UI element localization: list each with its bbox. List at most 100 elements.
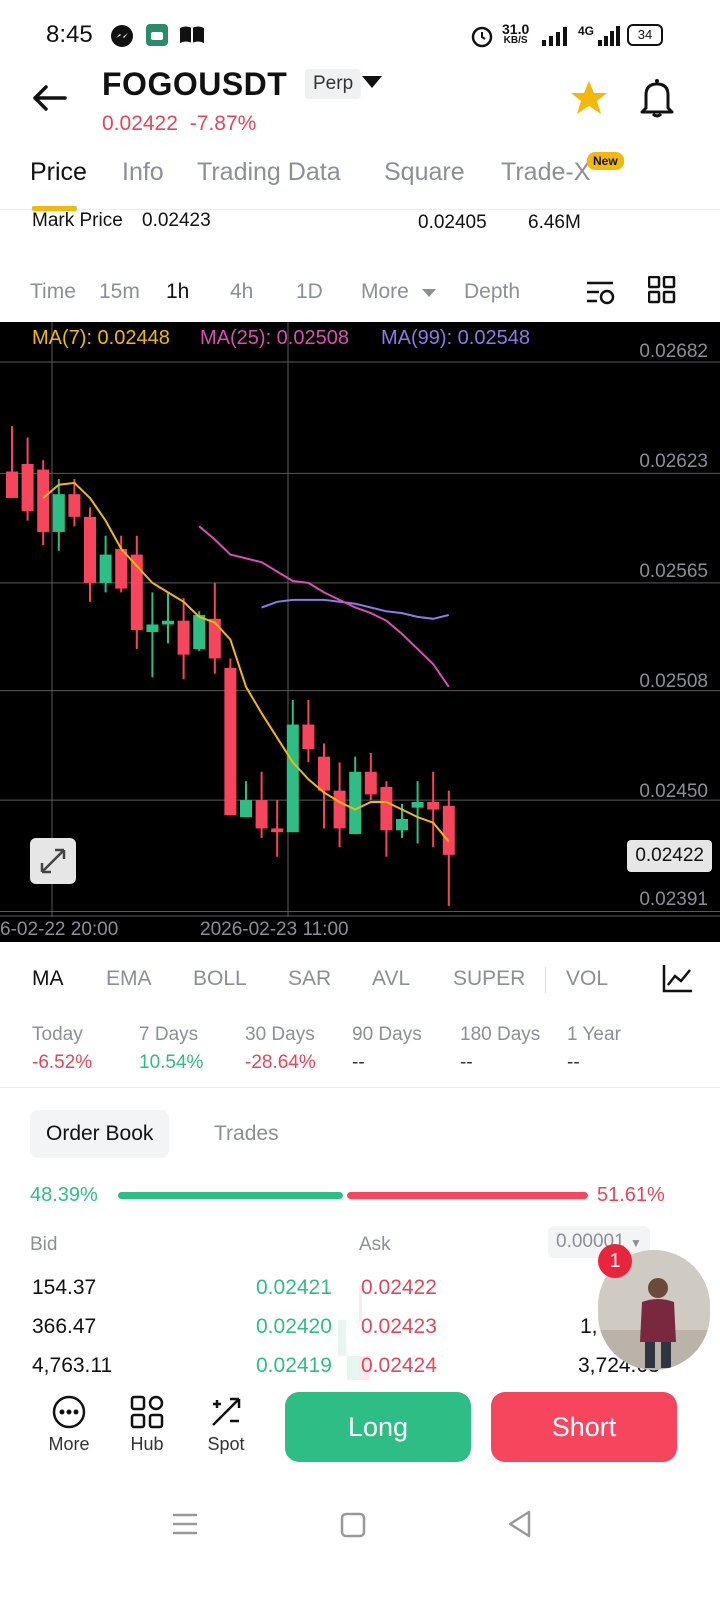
bid-quantity: 366.47 bbox=[32, 1315, 97, 1338]
candle-down bbox=[333, 790, 346, 829]
performance-row: Today -6.52% 7 Days 10.54% 30 Days -28.6… bbox=[0, 1012, 720, 1088]
candle-down bbox=[380, 786, 393, 831]
symbol-dropdown-icon[interactable] bbox=[361, 75, 383, 89]
layout-grid-icon[interactable] bbox=[648, 276, 676, 304]
candle-down bbox=[208, 618, 221, 659]
favorite-star-icon[interactable] bbox=[570, 80, 608, 116]
bottom-action-bar: More Hub Spot Long Short bbox=[0, 1380, 720, 1480]
timeframe-4h[interactable]: 4h bbox=[230, 280, 253, 304]
back-arrow-icon[interactable] bbox=[32, 84, 68, 112]
volume-value: 6.46M bbox=[528, 212, 581, 233]
spot-switch-icon bbox=[212, 1397, 241, 1426]
timeframe-1h[interactable]: 1h bbox=[166, 280, 189, 304]
candle-up bbox=[286, 724, 299, 833]
net-speed: 31.0 KB/S bbox=[502, 22, 529, 46]
candle-down bbox=[364, 771, 377, 795]
price-line: 0.02422 -7.87% bbox=[102, 112, 256, 136]
timeframe-15m[interactable]: 15m bbox=[99, 280, 140, 304]
long-button[interactable]: Long bbox=[285, 1392, 471, 1462]
ask-price[interactable]: 0.02423 bbox=[361, 1315, 437, 1339]
symbol-title[interactable]: FOGOUSDT bbox=[102, 66, 287, 103]
tab-square[interactable]: Square bbox=[384, 158, 465, 187]
tab-price[interactable]: Price bbox=[30, 158, 87, 187]
candle-down bbox=[177, 620, 190, 655]
expand-icon bbox=[40, 848, 66, 874]
timeframe-1d[interactable]: 1D bbox=[296, 280, 323, 304]
indicator-vol[interactable]: VOL bbox=[566, 967, 608, 991]
indicator-sar[interactable]: SAR bbox=[288, 967, 331, 991]
bid-price[interactable]: 0.02421 bbox=[256, 1276, 332, 1300]
perf-label: Today bbox=[32, 1024, 83, 1045]
ask-header: Ask bbox=[359, 1234, 391, 1255]
indicator-ma[interactable]: MA bbox=[32, 967, 64, 991]
perf-label: 90 Days bbox=[352, 1024, 422, 1045]
more-dots-icon bbox=[52, 1395, 86, 1429]
recents-menu-icon[interactable] bbox=[172, 1512, 198, 1536]
candle-down bbox=[68, 494, 81, 517]
tab-trading-data[interactable]: Trading Data bbox=[197, 158, 341, 187]
candlestick-chart[interactable] bbox=[0, 322, 720, 942]
indicator-settings-button[interactable] bbox=[646, 955, 720, 1005]
tab-trades[interactable]: Trades bbox=[198, 1110, 295, 1158]
page-tabs: Price Info Trading Data Square Trade-X N… bbox=[0, 150, 720, 211]
timeframe-depth[interactable]: Depth bbox=[464, 280, 520, 304]
short-button[interactable]: Short bbox=[491, 1392, 677, 1462]
tab-trade-x[interactable]: Trade-X bbox=[501, 158, 590, 187]
ask-price[interactable]: 0.02424 bbox=[361, 1354, 437, 1378]
candle-up bbox=[99, 554, 112, 583]
ma99-line bbox=[261, 598, 450, 620]
nav-spot[interactable]: Spot bbox=[191, 1394, 261, 1455]
signal-icon-2 bbox=[598, 26, 620, 46]
perf-label: 7 Days bbox=[139, 1024, 199, 1045]
ma25-line bbox=[198, 525, 450, 688]
bid-price[interactable]: 0.02420 bbox=[256, 1315, 332, 1339]
chart-settings-icon[interactable] bbox=[585, 278, 617, 308]
timeframe-time[interactable]: Time bbox=[30, 280, 76, 304]
perf-1-year: 1 Year -- bbox=[567, 1024, 621, 1074]
net-speed-unit: KB/S bbox=[503, 35, 528, 46]
android-app-icon bbox=[146, 24, 168, 46]
timeframe-more[interactable]: More bbox=[361, 280, 409, 304]
ask-ratio: 51.61% bbox=[597, 1184, 665, 1206]
expand-chart-button[interactable] bbox=[30, 838, 76, 884]
back-triangle-icon[interactable] bbox=[507, 1510, 533, 1538]
perf-value: -- bbox=[567, 1052, 580, 1073]
nav-hub[interactable]: Hub bbox=[112, 1394, 182, 1455]
indicator-super[interactable]: SUPER bbox=[453, 967, 525, 991]
tab-info[interactable]: Info bbox=[122, 158, 164, 187]
ask-quantity: 1, bbox=[580, 1315, 598, 1338]
bid-depth-bar bbox=[338, 1320, 346, 1356]
indicator-ema[interactable]: EMA bbox=[106, 967, 152, 991]
perf-value: 10.54% bbox=[139, 1052, 204, 1073]
home-square-icon[interactable] bbox=[340, 1512, 366, 1538]
bell-icon[interactable] bbox=[640, 78, 674, 118]
indicator-boll[interactable]: BOLL bbox=[193, 967, 247, 991]
candle-down bbox=[427, 801, 440, 810]
y-axis-label: 0.02623 bbox=[639, 451, 708, 472]
nav-more[interactable]: More bbox=[34, 1394, 104, 1455]
perf-30-days: 30 Days -28.64% bbox=[245, 1024, 316, 1074]
alarm-icon bbox=[471, 26, 493, 48]
contract-type-badge: Perp bbox=[305, 69, 362, 99]
signal-icon bbox=[542, 27, 567, 46]
indicator-avl[interactable]: AVL bbox=[372, 967, 410, 991]
bid-ratio: 48.39% bbox=[30, 1184, 98, 1206]
candle-down bbox=[271, 828, 284, 833]
price-chart[interactable]: MA(7): 0.02448 MA(25): 0.02508 MA(99): 0… bbox=[0, 322, 720, 942]
change-percent: -7.87% bbox=[189, 112, 257, 135]
candle-up bbox=[52, 494, 65, 532]
perf-7-days: 7 Days 10.54% bbox=[139, 1024, 203, 1074]
candle-up bbox=[162, 620, 174, 625]
network-type: 4G bbox=[578, 24, 595, 38]
ask-price[interactable]: 0.02422 bbox=[361, 1276, 437, 1300]
y-axis-label: 0.02508 bbox=[639, 671, 708, 692]
bid-depth-bar bbox=[347, 1356, 359, 1380]
bid-price[interactable]: 0.02419 bbox=[256, 1354, 332, 1378]
tab-order-book[interactable]: Order Book bbox=[30, 1110, 170, 1158]
nav-hub-label: Hub bbox=[130, 1434, 164, 1454]
candle-up bbox=[146, 624, 159, 633]
candle-down bbox=[6, 471, 18, 498]
perf-180-days: 180 Days -- bbox=[460, 1024, 540, 1074]
y-axis-label: 0.02391 bbox=[639, 889, 708, 910]
ma25-label: MA(25): 0.02508 bbox=[200, 327, 349, 349]
